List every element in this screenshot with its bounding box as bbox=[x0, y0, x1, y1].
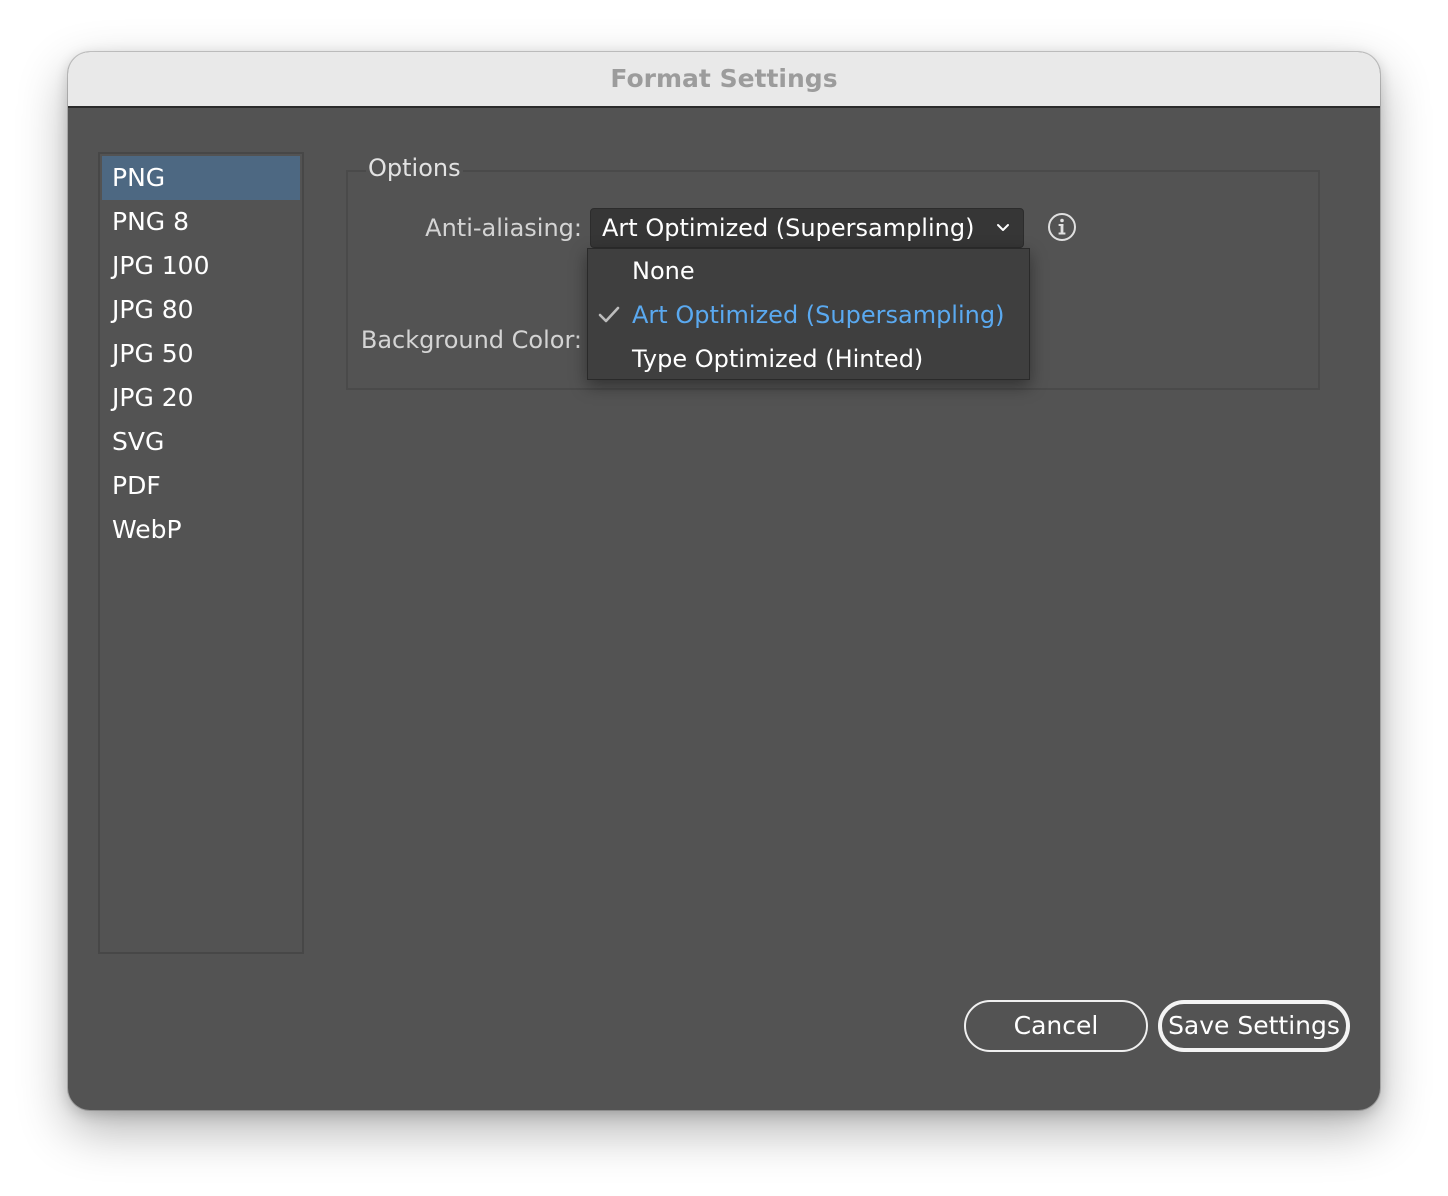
format-item-svg[interactable]: SVG bbox=[102, 420, 300, 464]
options-group-title: Options bbox=[366, 154, 463, 182]
menu-item-label: Art Optimized (Supersampling) bbox=[632, 301, 1005, 329]
format-settings-dialog: Format Settings PNG PNG 8 JPG 100 JPG 80… bbox=[68, 52, 1380, 1110]
format-list: PNG PNG 8 JPG 100 JPG 80 JPG 50 JPG 20 S… bbox=[98, 152, 304, 954]
menu-item-type-optimized[interactable]: Type Optimized (Hinted) bbox=[588, 337, 1029, 381]
anti-aliasing-selected-value: Art Optimized (Supersampling) bbox=[602, 214, 975, 242]
format-item-jpg100[interactable]: JPG 100 bbox=[102, 244, 300, 288]
title-bar[interactable]: Format Settings bbox=[68, 52, 1380, 108]
menu-item-none[interactable]: None bbox=[588, 249, 1029, 293]
dialog-title: Format Settings bbox=[610, 64, 838, 93]
cancel-button-label: Cancel bbox=[1013, 1011, 1099, 1040]
anti-aliasing-select[interactable]: Art Optimized (Supersampling) bbox=[590, 208, 1024, 248]
menu-item-label: Type Optimized (Hinted) bbox=[632, 345, 924, 373]
anti-aliasing-label: Anti-aliasing: bbox=[425, 214, 582, 242]
menu-item-art-optimized[interactable]: Art Optimized (Supersampling) bbox=[588, 293, 1029, 337]
format-item-jpg50[interactable]: JPG 50 bbox=[102, 332, 300, 376]
format-item-jpg20[interactable]: JPG 20 bbox=[102, 376, 300, 420]
format-item-png[interactable]: PNG bbox=[102, 156, 300, 200]
save-settings-button[interactable]: Save Settings bbox=[1158, 1000, 1350, 1052]
anti-aliasing-menu: None Art Optimized (Supersampling) Type … bbox=[587, 248, 1030, 380]
save-settings-button-label: Save Settings bbox=[1168, 1011, 1340, 1040]
format-item-png8[interactable]: PNG 8 bbox=[102, 200, 300, 244]
background-color-label: Background Color: bbox=[360, 326, 582, 354]
format-item-webp[interactable]: WebP bbox=[102, 508, 300, 552]
format-item-jpg80[interactable]: JPG 80 bbox=[102, 288, 300, 332]
chevron-down-icon bbox=[997, 224, 1009, 231]
menu-item-label: None bbox=[632, 257, 695, 285]
format-item-pdf[interactable]: PDF bbox=[102, 464, 300, 508]
cancel-button[interactable]: Cancel bbox=[964, 1000, 1148, 1052]
checkmark-icon bbox=[598, 306, 620, 323]
info-icon[interactable] bbox=[1046, 211, 1078, 243]
